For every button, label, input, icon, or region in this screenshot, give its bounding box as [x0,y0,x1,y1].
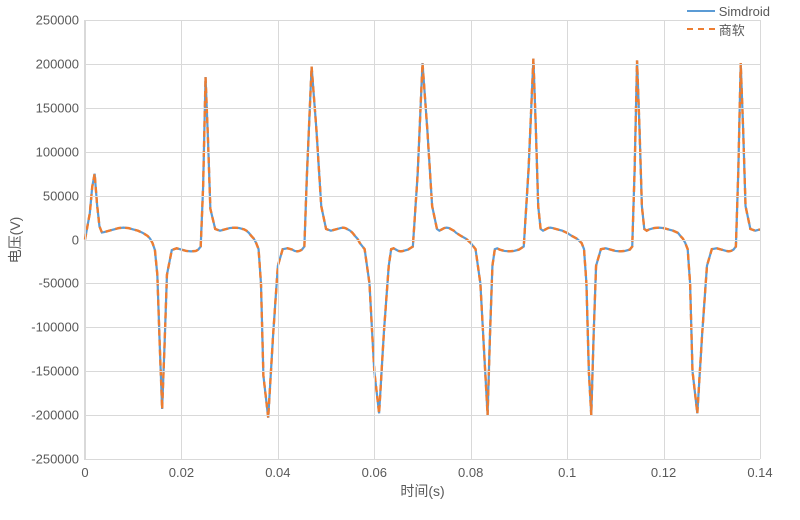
y-tick-label: 50000 [43,188,85,203]
grid-line-v [278,20,279,459]
y-tick-label: 250000 [36,13,85,28]
grid-line-v [471,20,472,459]
series-Simdroid [85,59,760,418]
grid-line-h [85,152,760,153]
x-tick-label: 0.12 [651,459,676,480]
grid-line-h [85,196,760,197]
voltage-vs-time-chart: Simdroid 商软 电压(V) 时间(s) -250000-200000-1… [0,0,800,520]
grid-line-v [567,20,568,459]
legend-swatch-simdroid [687,4,715,18]
x-tick-label: 0.14 [747,459,772,480]
x-tick-label: 0 [81,459,88,480]
legend-item-simdroid: Simdroid [687,2,770,20]
grid-line-h [85,283,760,284]
y-tick-label: 150000 [36,100,85,115]
x-tick-label: 0.04 [265,459,290,480]
y-tick-label: 0 [72,232,85,247]
x-axis-label: 时间(s) [400,481,444,501]
y-tick-label: 100000 [36,144,85,159]
grid-line-h [85,20,760,21]
grid-line-h [85,240,760,241]
y-axis-label: 电压(V) [5,216,25,263]
grid-line-h [85,327,760,328]
grid-line-v [664,20,665,459]
x-tick-label: 0.1 [558,459,576,480]
y-tick-label: 200000 [36,56,85,71]
grid-line-h [85,415,760,416]
grid-line-h [85,64,760,65]
grid-line-v [374,20,375,459]
y-tick-label: -150000 [31,364,85,379]
grid-line-h [85,108,760,109]
grid-line-h [85,371,760,372]
legend-label-simdroid: Simdroid [719,4,770,19]
x-tick-label: 0.08 [458,459,483,480]
y-tick-label: -200000 [31,408,85,423]
grid-line-v [181,20,182,459]
y-tick-label: -50000 [39,276,85,291]
x-tick-label: 0.06 [362,459,387,480]
x-tick-label: 0.02 [169,459,194,480]
y-tick-label: -100000 [31,320,85,335]
grid-line-v [85,20,86,459]
plot-area: 电压(V) 时间(s) -250000-200000-150000-100000… [84,20,760,460]
grid-line-v [760,20,761,459]
series-商软 [85,59,760,418]
y-tick-label: -250000 [31,452,85,467]
